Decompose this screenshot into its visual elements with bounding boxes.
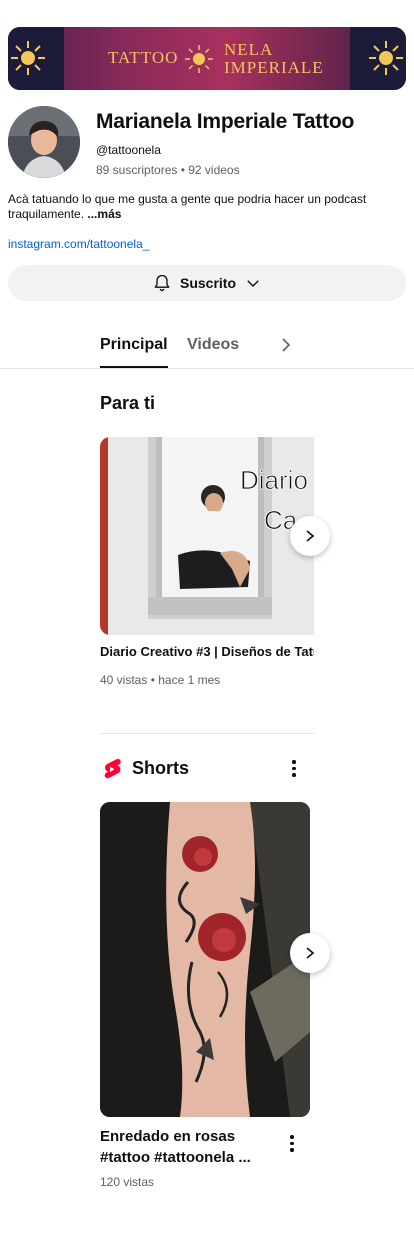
banner-sun-left — [8, 27, 64, 90]
sunburst-icon — [369, 41, 403, 75]
banner-line-1: TATTOO — [108, 48, 179, 67]
banner-line-2: NELA — [224, 40, 274, 59]
subscribed-button[interactable]: Suscrito — [8, 265, 406, 301]
short-thumbnail-image — [100, 802, 310, 1117]
more-vert-icon[interactable] — [286, 1135, 298, 1152]
chevron-right-icon — [306, 947, 315, 959]
channel-tabs: Principal Videos — [0, 320, 414, 369]
shorts-next-button[interactable] — [290, 933, 330, 973]
channel-stats: 89 suscriptores • 92 videos — [96, 163, 240, 177]
carousel-next-button[interactable] — [290, 516, 330, 556]
channel-name: Marianela Imperiale Tattoo — [96, 110, 355, 133]
thumbnail-image: Diario Ca — [100, 437, 314, 635]
short-thumbnail[interactable] — [100, 802, 310, 1117]
description-text: Acà tatuando lo que me gusta a gente que… — [8, 192, 367, 221]
video-thumbnail[interactable]: Diario Ca — [100, 437, 314, 635]
shorts-icon — [104, 758, 121, 779]
more-link[interactable]: ...más — [87, 207, 121, 221]
sunburst-icon — [11, 41, 45, 75]
section-title-for-you: Para ti — [100, 393, 156, 413]
bell-icon — [154, 274, 170, 292]
channel-avatar[interactable] — [8, 106, 80, 178]
channel-description[interactable]: Acà tatuando lo que me gusta a gente que… — [8, 192, 388, 222]
chevron-down-icon — [247, 280, 259, 287]
tab-principal[interactable]: Principal — [100, 336, 168, 368]
shorts-title: Shorts — [132, 758, 190, 778]
sun-icon — [185, 45, 213, 73]
video-title[interactable]: Diario Creativo #3 | Diseños de Tatuajes — [100, 644, 314, 659]
channel-link[interactable]: instagram.com/tattoonela_ — [8, 237, 149, 251]
video-meta: 40 vistas • hace 1 mes — [100, 673, 221, 687]
avatar-photo — [8, 106, 80, 178]
tab-videos[interactable]: Videos — [187, 336, 239, 354]
banner-sun-right — [350, 27, 406, 90]
chevron-right-icon[interactable] — [280, 337, 292, 353]
banner-line-3: IMPERIALE — [224, 58, 324, 77]
chevron-right-icon — [306, 530, 315, 542]
channel-banner: TATTOO NELA IMPERIALE — [8, 27, 406, 90]
short-meta: 120 vistas — [100, 1175, 155, 1189]
channel-handle: @tattoonela — [96, 143, 161, 157]
section-divider — [100, 733, 314, 734]
shorts-header: Shorts — [100, 756, 314, 782]
thumb-text-1: Diario — [240, 465, 308, 495]
subscribed-label: Suscrito — [179, 275, 236, 291]
short-title[interactable]: Enredado en rosas #tattoo #tattoonela ..… — [100, 1126, 280, 1168]
more-vert-icon[interactable] — [288, 760, 300, 777]
